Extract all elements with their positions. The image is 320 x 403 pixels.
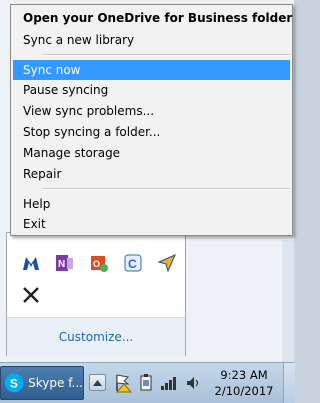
cisco-icon[interactable]: C: [121, 251, 145, 275]
send-arrow-icon[interactable]: [155, 251, 179, 275]
skype-icon: S: [4, 373, 24, 393]
clock-date: 2/10/2017: [214, 384, 274, 398]
clock-time: 9:23 AM: [220, 368, 268, 382]
desktop-edge: [282, 240, 294, 362]
menu-item-pause-syncing[interactable]: Pause syncing: [13, 80, 290, 100]
x-app-icon[interactable]: [19, 283, 43, 307]
taskbar: S Skype f... 9:23 AM 2/10/2017: [0, 362, 295, 403]
menu-item-repair[interactable]: Repair: [13, 164, 290, 184]
svg-text:C: C: [128, 257, 137, 271]
tray-icon-row-2: [19, 283, 43, 307]
volume-icon[interactable]: [184, 373, 202, 393]
menu-item-sync-new-library[interactable]: Sync a new library: [13, 30, 290, 50]
onenote-icon[interactable]: N: [53, 251, 77, 275]
taskbar-button-label: Skype f...: [28, 376, 83, 390]
tray-icon-row-1: N O C: [19, 251, 179, 275]
network-signal-icon[interactable]: [160, 373, 178, 393]
show-hidden-icons-button[interactable]: [89, 374, 106, 391]
svg-text:N: N: [58, 259, 65, 270]
customize-link[interactable]: Customize...: [59, 330, 133, 344]
svg-text:O: O: [93, 259, 100, 269]
taskbar-button-skype[interactable]: S Skype f...: [0, 366, 84, 400]
menu-item-exit[interactable]: Exit: [13, 214, 290, 234]
menu-separator: [43, 188, 290, 190]
menu-item-stop-syncing-folder[interactable]: Stop syncing a folder...: [13, 122, 290, 142]
menu-separator: [43, 54, 290, 56]
tray-overflow-panel: N O C Customize...: [6, 232, 186, 356]
menu-item-open-folder[interactable]: Open your OneDrive for Business folder: [13, 8, 292, 28]
action-center-flag-icon[interactable]: [114, 373, 133, 393]
menu-item-view-sync-problems[interactable]: View sync problems...: [13, 101, 290, 121]
menu-item-manage-storage[interactable]: Manage storage: [13, 143, 290, 163]
taskbar-clock[interactable]: 9:23 AM 2/10/2017: [214, 367, 274, 399]
office-upload-icon[interactable]: O: [87, 251, 111, 275]
chevron-up-icon: [93, 379, 102, 386]
show-desktop-button[interactable]: [283, 363, 295, 403]
menu-item-help[interactable]: Help: [13, 194, 290, 214]
onedrive-context-menu: Open your OneDrive for Business folder S…: [10, 4, 293, 236]
svg-text:S: S: [10, 376, 18, 390]
malwarebytes-icon[interactable]: [19, 251, 43, 275]
menu-item-sync-now[interactable]: Sync now: [13, 60, 290, 80]
power-icon[interactable]: [137, 373, 155, 393]
customize-area: Customize...: [7, 317, 185, 356]
